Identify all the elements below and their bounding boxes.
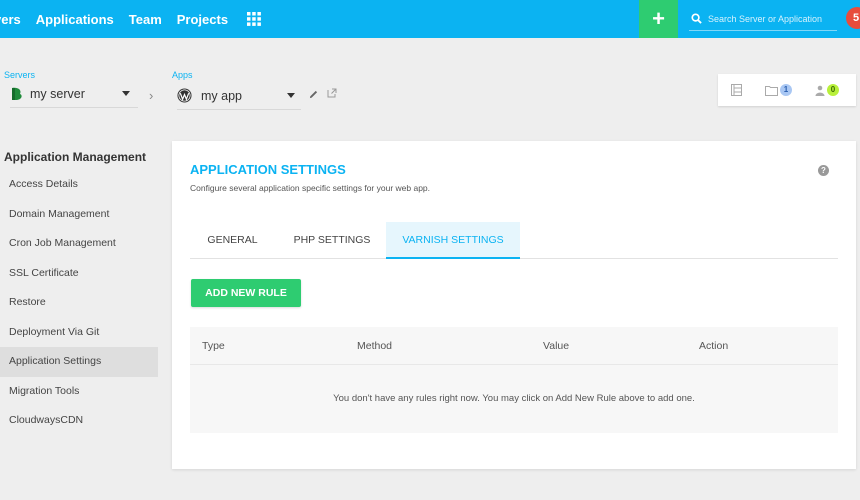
search-input[interactable]: [708, 13, 833, 24]
quick-info-widget: 1 0: [718, 74, 856, 106]
sidebar-item-domain-management[interactable]: Domain Management: [0, 200, 158, 230]
page-subtitle: Configure several application specific s…: [190, 183, 431, 193]
sidebar-item-ssl-certificate[interactable]: SSL Certificate: [0, 259, 158, 289]
column-type: Type: [202, 340, 225, 352]
sidebar-item-restore[interactable]: Restore: [0, 288, 158, 318]
app-chevron-down-icon: [287, 93, 295, 98]
sidebar-item-migration-tools[interactable]: Migration Tools: [0, 377, 158, 407]
sidebar-menu: Access Details Domain Management Cron Jo…: [0, 170, 158, 436]
column-method: Method: [357, 340, 393, 352]
server-list-button[interactable]: [731, 74, 742, 106]
sidebar-item-deployment-via-git[interactable]: Deployment Via Git: [0, 318, 158, 348]
sidebar-item-access-details[interactable]: Access Details: [0, 170, 158, 200]
servers-label: Servers: [4, 70, 36, 80]
top-navbar: vers Applications Team Projects + 5: [0, 0, 860, 38]
user-icon: [815, 85, 825, 96]
table-header: Type Method Value Action: [190, 327, 838, 365]
sidebar-item-cloudwayscdn[interactable]: CloudwaysCDN: [0, 406, 158, 436]
notification-badge[interactable]: 5: [846, 7, 860, 29]
server-selector[interactable]: my server: [10, 80, 138, 108]
projects-button[interactable]: 1: [765, 74, 792, 106]
main-nav: vers Applications Team Projects: [0, 0, 261, 38]
search-icon: [691, 13, 702, 24]
apps-label: Apps: [172, 70, 193, 80]
server-chevron-down-icon: [122, 91, 130, 96]
help-icon[interactable]: ?: [818, 165, 829, 176]
apps-grid-icon[interactable]: [247, 12, 261, 26]
empty-rules-message: You don't have any rules right now. You …: [333, 393, 695, 404]
nav-team[interactable]: Team: [129, 12, 162, 27]
column-action: Action: [699, 340, 729, 352]
nav-applications[interactable]: Applications: [36, 12, 114, 27]
app-selector[interactable]: my app: [177, 82, 301, 110]
tab-varnish-settings[interactable]: VARNISH SETTINGS: [386, 222, 520, 259]
nav-projects[interactable]: Projects: [177, 12, 228, 27]
sidebar-title: Application Management: [4, 150, 147, 164]
add-new-button[interactable]: +: [639, 0, 678, 38]
breadcrumb-chevron-right-icon: ›: [149, 88, 154, 103]
list-icon: [731, 84, 742, 96]
tab-general[interactable]: GENERAL: [190, 222, 275, 259]
column-value: Value: [543, 340, 570, 352]
selected-server-name: my server: [30, 86, 85, 101]
external-link-icon[interactable]: [327, 88, 337, 98]
sidebar-item-cron-job-management[interactable]: Cron Job Management: [0, 229, 158, 259]
add-new-rule-button[interactable]: ADD NEW RULE: [191, 279, 301, 307]
settings-panel: APPLICATION SETTINGS Configure several a…: [172, 141, 856, 469]
edit-pencil-icon[interactable]: [309, 90, 318, 99]
settings-tabs: GENERAL PHP SETTINGS VARNISH SETTINGS: [190, 222, 838, 259]
team-button[interactable]: 0: [815, 74, 839, 106]
server-logo-icon: [12, 87, 22, 100]
sidebar-item-application-settings[interactable]: Application Settings: [0, 347, 158, 377]
selected-app-name: my app: [201, 88, 242, 103]
user-count-badge: 0: [827, 84, 839, 96]
nav-servers[interactable]: vers: [0, 12, 21, 27]
tab-php-settings[interactable]: PHP SETTINGS: [283, 222, 381, 259]
page-title: APPLICATION SETTINGS: [190, 162, 346, 177]
wordpress-icon: [177, 88, 192, 103]
rules-table: Type Method Value Action You don't have …: [190, 327, 838, 433]
folder-icon: [765, 85, 778, 96]
folder-count-badge: 1: [780, 84, 792, 96]
search-box: [689, 7, 837, 31]
